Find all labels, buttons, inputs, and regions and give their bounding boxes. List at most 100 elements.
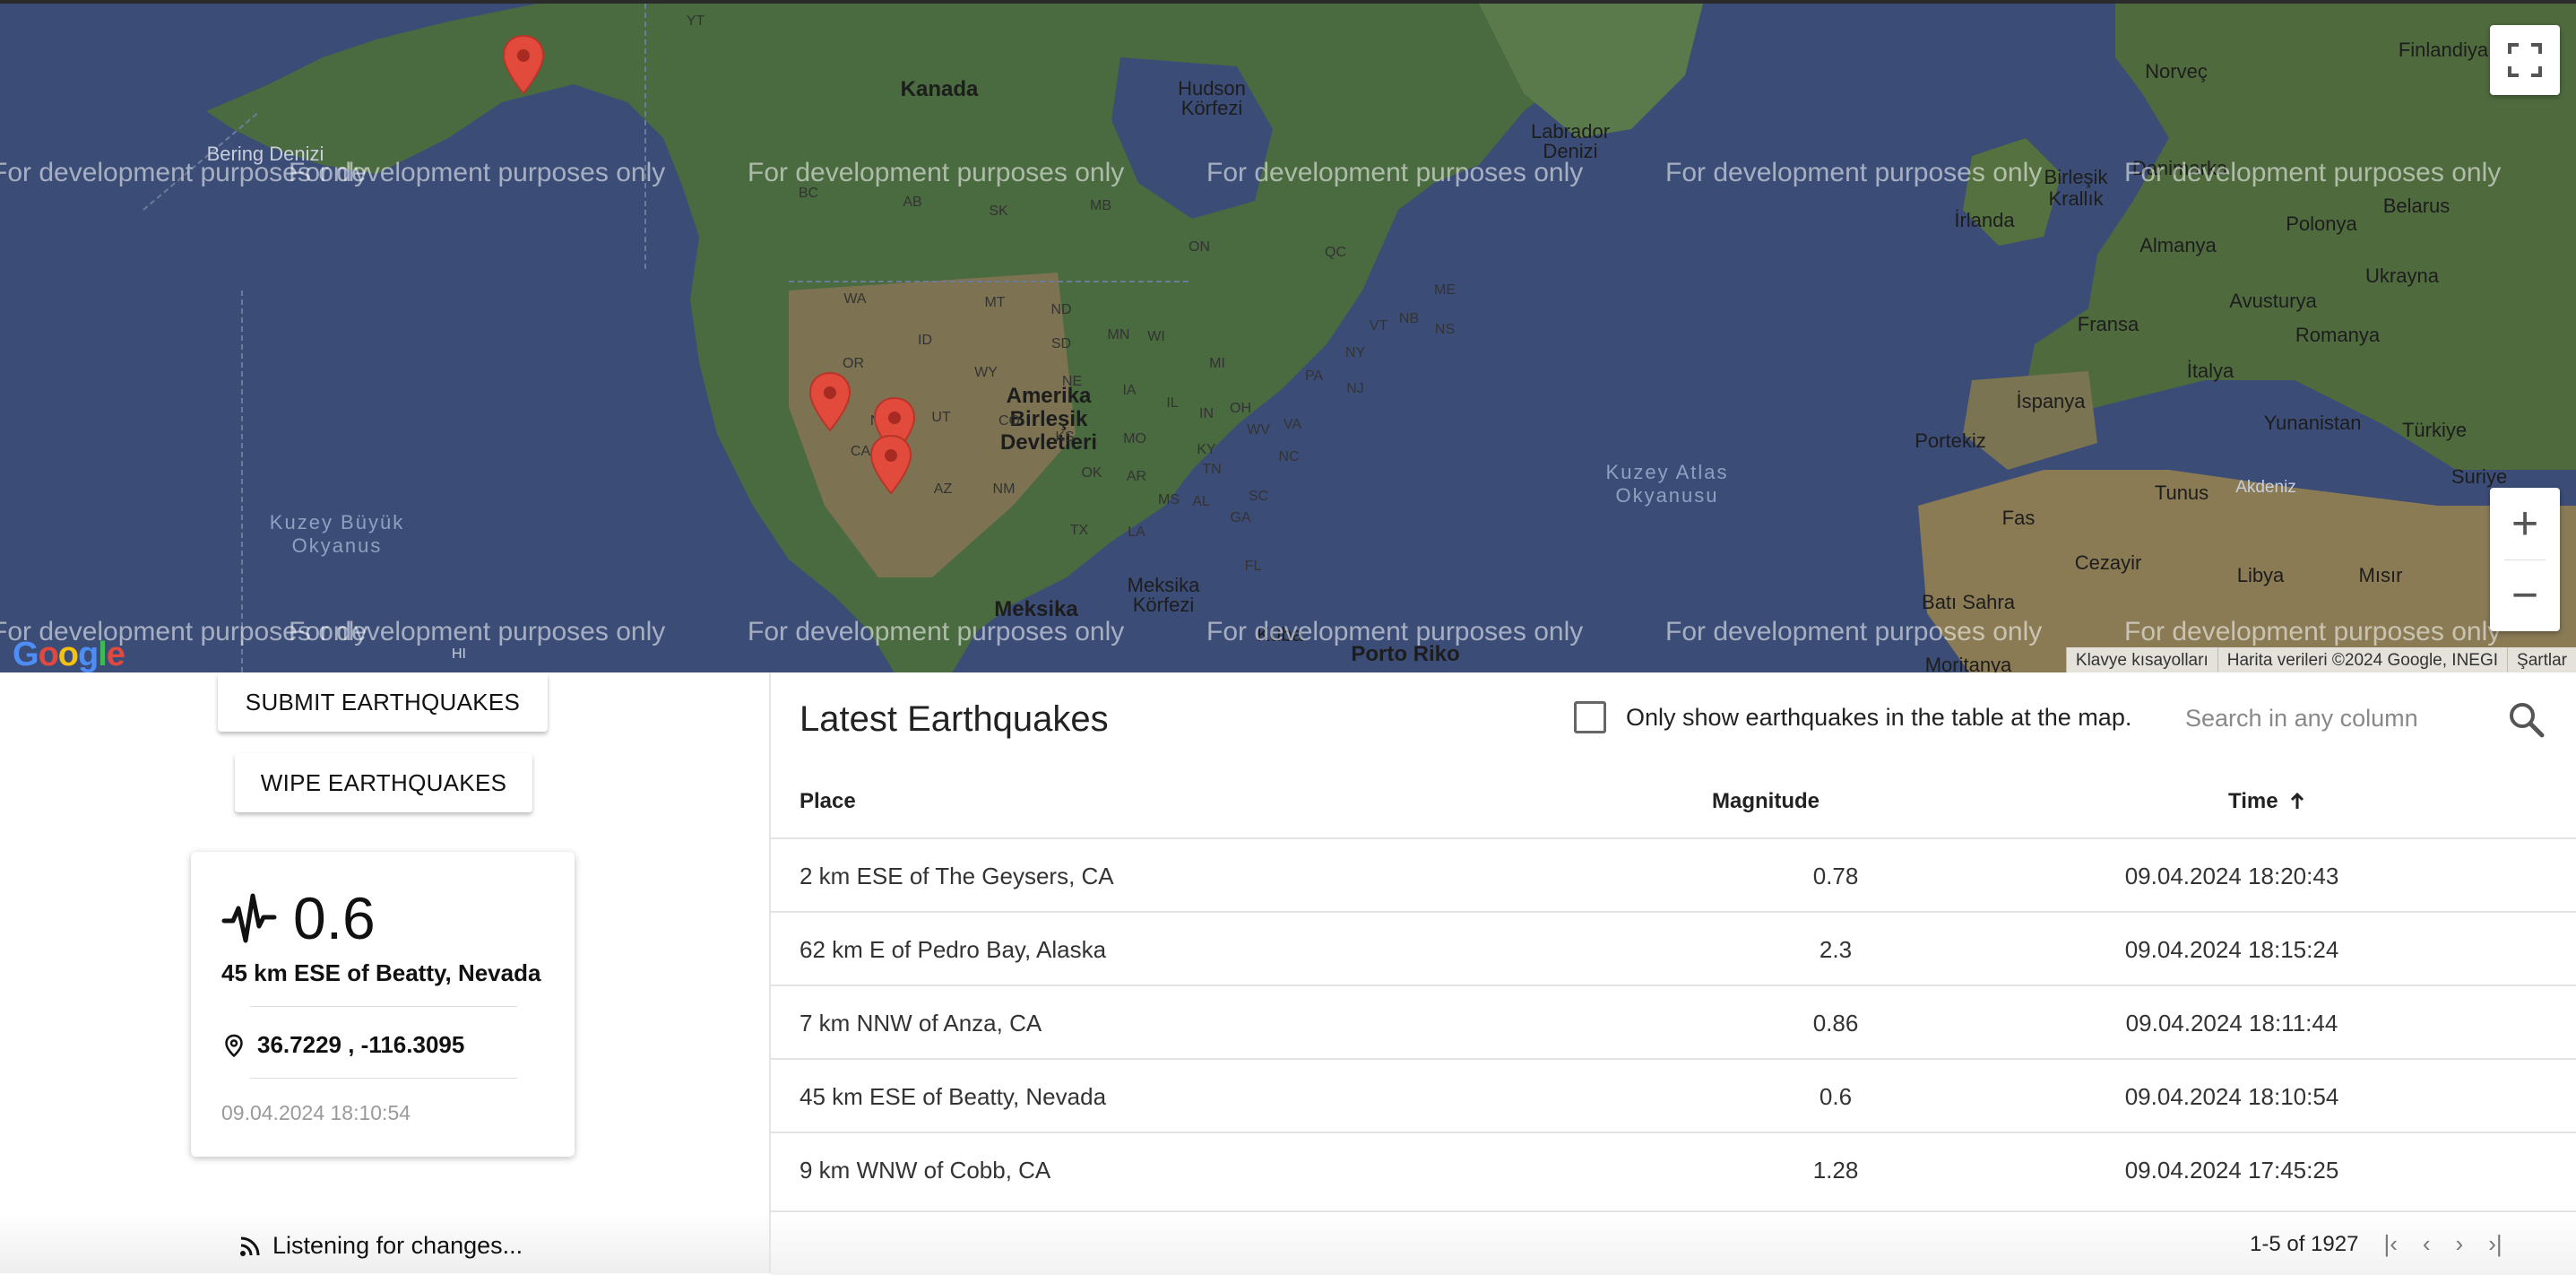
state-label: KS <box>1055 429 1075 445</box>
fullscreen-button[interactable] <box>2490 25 2560 95</box>
state-label: IA <box>1122 383 1137 398</box>
map-label: Norveç <box>2145 60 2208 82</box>
activity-icon <box>221 893 277 943</box>
earthquake-map[interactable]: Kanada Amerika Birleşik Devletleri Meksi… <box>0 0 2576 672</box>
table-row[interactable]: 9 km WNW of Cobb, CA 1.28 09.04.2024 17:… <box>771 1132 2576 1207</box>
state-label: QC <box>1325 245 1346 260</box>
state-label: ID <box>918 333 932 348</box>
map-terrain <box>143 4 2576 672</box>
state-label: TX <box>1069 523 1089 538</box>
map-label: Tunus <box>2154 481 2209 504</box>
map-label: Ukrayna <box>2365 265 2439 287</box>
state-label: WI <box>1147 329 1165 344</box>
state-label: VA <box>1283 417 1302 432</box>
state-label: GA <box>1230 510 1251 525</box>
map-label: Belarus <box>2382 195 2451 217</box>
pagination: 1-5 of 1927 |‹ ‹ › ›| <box>2250 1230 2503 1258</box>
state-label: KY <box>1197 442 1216 457</box>
state-label: VT <box>1369 318 1388 334</box>
first-page-icon[interactable]: |‹ <box>2383 1230 2397 1258</box>
map-label: Moritanya <box>1924 654 2012 672</box>
table-row[interactable]: 7 km NNW of Anza, CA 0.86 09.04.2024 18:… <box>771 984 2576 1060</box>
map-label: Batı Sahra <box>1922 591 2015 613</box>
map-filter-checkbox[interactable]: Only show earthquakes in the table at th… <box>1574 701 2131 733</box>
wipe-earthquakes-button[interactable]: WIPE EARTHQUAKES <box>235 753 532 812</box>
state-label: MO <box>1123 431 1146 447</box>
state-label: ND <box>1050 302 1072 317</box>
state-label: CA <box>850 444 871 459</box>
table-row[interactable]: 62 km E of Pedro Bay, Alaska 2.3 09.04.2… <box>771 911 2576 986</box>
zoom-out-button[interactable]: − <box>2490 560 2560 632</box>
state-label: FL <box>1244 559 1262 574</box>
earthquake-marker[interactable] <box>869 434 913 497</box>
map-label: Türkiye <box>2401 419 2468 441</box>
column-header-place[interactable]: Place <box>800 789 856 814</box>
last-page-icon[interactable]: ›| <box>2488 1230 2502 1258</box>
cell-place: 7 km NNW of Anza, CA <box>800 1010 1042 1036</box>
terms-link[interactable]: Şartlar <box>2507 647 2576 672</box>
keyboard-shortcuts-link[interactable]: Klavye kısayolları <box>2065 647 2217 672</box>
watermark: For development purposes only <box>1665 617 2043 646</box>
state-label: AZ <box>933 481 953 497</box>
map-label: Portekiz <box>1915 429 1986 452</box>
watermark: For development purposes only <box>2124 158 2502 187</box>
map-label: Cezayir <box>2074 551 2142 574</box>
state-label: NE <box>1061 374 1083 389</box>
sort-ascending-icon <box>2290 792 2304 809</box>
state-label: NM <box>992 481 1016 497</box>
cell-time: 09.04.2024 18:20:43 <box>2124 863 2339 889</box>
control-panel: SUBMIT EARTHQUAKES WIPE EARTHQUAKES 0.6 … <box>0 672 771 1273</box>
search-input[interactable]: Search in any column <box>2185 705 2418 733</box>
state-label: WY <box>974 365 998 380</box>
state-label: SK <box>989 204 1008 219</box>
column-header-time[interactable]: Time <box>2228 789 2309 814</box>
cell-magnitude: 2.3 <box>1819 936 1853 963</box>
table-title: Latest Earthquakes <box>800 699 1109 739</box>
zoom-in-button[interactable]: + <box>2490 488 2560 559</box>
selected-earthquake-card[interactable]: 0.6 45 km ESE of Beatty, Nevada 36.7229 … <box>191 852 575 1157</box>
state-label: MI <box>1209 356 1225 371</box>
magnitude-row: 0.6 <box>221 884 376 952</box>
zoom-control: + − <box>2490 488 2560 631</box>
earthquake-table-panel: Latest Earthquakes Only show earthquakes… <box>771 672 2576 1275</box>
state-label: TN <box>1202 462 1222 477</box>
state-label: NJ <box>1346 381 1364 396</box>
google-logo[interactable]: Google <box>13 636 125 672</box>
search-icon[interactable] <box>2506 699 2546 739</box>
filter-label[interactable]: Only show earthquakes in the table at th… <box>1626 704 2131 732</box>
submit-earthquakes-button[interactable]: SUBMIT EARTHQUAKES <box>218 672 548 732</box>
map-label: Polonya <box>2286 212 2357 235</box>
checkbox[interactable] <box>1574 701 1606 733</box>
watermark: For development purposes only <box>1665 158 2043 187</box>
state-label: ON <box>1189 239 1210 255</box>
table-row[interactable]: 45 km ESE of Beatty, Nevada 0.6 09.04.20… <box>771 1058 2576 1133</box>
state-label: OH <box>1230 401 1251 416</box>
cell-place: 45 km ESE of Beatty, Nevada <box>800 1083 1107 1110</box>
table-row[interactable]: 2 km ESE of The Geysers, CA 0.78 09.04.2… <box>771 837 2576 913</box>
earthquake-marker[interactable] <box>501 34 546 97</box>
pagination-range: 1-5 of 1927 <box>2250 1231 2359 1256</box>
state-label: AL <box>1192 494 1210 509</box>
map-label: Meksika Körfezi <box>1127 574 1200 616</box>
watermark: For development purposes only <box>289 617 666 646</box>
state-label: MN <box>1107 327 1130 343</box>
column-header-magnitude[interactable]: Magnitude <box>1712 789 1820 814</box>
cell-magnitude: 1.28 <box>1812 1157 1859 1184</box>
listening-label: Listening for changes... <box>272 1232 523 1259</box>
cell-place: 9 km WNW of Cobb, CA <box>800 1157 1051 1184</box>
map-label: Yunanistan <box>2263 412 2362 434</box>
cell-magnitude: 0.86 <box>1812 1010 1859 1036</box>
location-pin-icon <box>225 1034 243 1057</box>
map-label: İtalya <box>2186 360 2235 382</box>
watermark: For development purposes only <box>2124 617 2502 646</box>
previous-page-icon[interactable]: ‹ <box>2423 1230 2431 1258</box>
earthquake-marker[interactable] <box>808 371 852 434</box>
state-label: YT <box>686 13 705 29</box>
map-label: Labrador Denizi <box>1530 120 1611 162</box>
watermark: For development purposes only <box>1206 617 1584 646</box>
map-label: Fransa <box>2077 313 2139 335</box>
state-label: AB <box>903 195 922 210</box>
cell-place: 2 km ESE of The Geysers, CA <box>800 863 1114 889</box>
cell-magnitude: 0.6 <box>1819 1083 1853 1110</box>
next-page-icon[interactable]: › <box>2456 1230 2464 1258</box>
